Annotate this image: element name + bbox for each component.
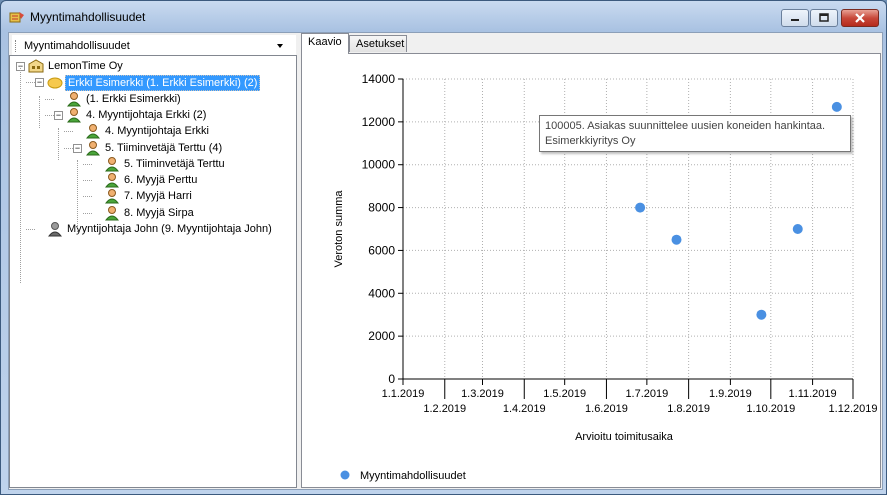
point-tooltip: 100005. Asiakas suunnittelee uusien kone… [539,115,851,152]
tree-node-label[interactable]: 5. Tiiminvetäjä Terttu (4) [103,141,224,155]
tree-connector [58,128,59,160]
organization-tree[interactable]: − LemonTime Oy − Erkki Esimerkki (1. Erkki … [9,55,297,488]
person-icon [85,140,101,156]
tree-connector [83,196,92,198]
data-point[interactable] [831,101,842,112]
y-tick-label: 4000 [368,286,395,300]
legend-label: Myyntimahdollisuudet [360,470,466,482]
app-icon [9,12,24,23]
tree-node-label[interactable]: Myyntijohtaja John (9. Myyntijohtaja Joh… [65,222,274,236]
x-axis-label: Arvioitu toimitusaika [575,431,674,443]
tree-connector [26,82,35,84]
tree-collapse-toggle[interactable]: − [73,143,82,153]
y-axis-label: Veroton summa [333,190,345,268]
tree-node-label[interactable]: Erkki Esimerkki (1. Erkki Esimerkki) (2) [65,75,261,92]
group-icon [47,74,63,90]
y-tick-label: 10000 [362,158,396,172]
tree-collapse-toggle[interactable]: − [54,110,63,120]
x-tick-label: 1.7.2019 [625,388,668,400]
tree-collapse-toggle[interactable]: − [35,78,44,88]
x-tick-label: 1.2.2019 [423,403,466,415]
tree-node-label[interactable]: 8. Myyjä Sirpa [122,206,196,220]
tree-connector [39,96,40,128]
data-point[interactable] [756,309,767,320]
y-tick-label: 12000 [362,115,396,129]
y-tick-label: 14000 [362,72,396,86]
person-grey-icon [47,221,63,237]
toolbar-grip [15,40,18,52]
title-bar[interactable]: Myyntimahdollisuudet [1,1,886,31]
data-point[interactable] [671,234,682,245]
tree-node-label[interactable]: (1. Erkki Esimerkki) [84,92,183,106]
tree-node-label[interactable]: 6. Myyjä Perttu [122,173,199,187]
chevron-down-icon[interactable] [277,44,283,48]
window-title: Myyntimahdollisuudet [30,10,146,24]
tree-node-label[interactable]: 4. Myyntijohtaja Erkki (2) [84,108,208,122]
x-tick-label: 1.9.2019 [709,388,752,400]
x-tick-label: 1.1.2019 [382,388,425,400]
main-window: Myyntimahdollisuudet Myyntimahdollisuude… [0,0,887,495]
person-icon [104,188,120,204]
maximize-button[interactable] [810,9,838,27]
tree-connector [83,212,92,214]
tab-settings-label: Asetukset [356,38,405,50]
person-icon [104,205,120,221]
x-tick-label: 1.8.2019 [667,403,710,415]
data-point[interactable] [635,202,646,213]
tab-chart-label: Kaavio [308,36,342,48]
tree-connector [26,229,35,230]
tree-connector [45,98,54,100]
y-tick-label: 6000 [368,243,395,257]
client-area: Myyntimahdollisuudet − LemonTime Oy − Erkki… [8,32,883,490]
minimize-icon [791,19,799,21]
minimize-button[interactable] [781,9,809,27]
tab-settings[interactable]: Asetukset [349,35,407,52]
y-tick-label: 2000 [368,329,395,343]
tooltip-line-1: 100005. Asiakas suunnittelee uusien kone… [545,120,826,132]
tree-node-label[interactable]: 4. Myyntijohtaja Erkki [103,124,211,138]
person-icon [85,123,101,139]
tree-connector [77,160,78,234]
y-tick-label: 0 [388,372,395,386]
y-tick-label: 8000 [368,201,395,215]
x-tick-label: 1.12.2019 [829,403,878,415]
tab-chart[interactable]: Kaavio [301,33,349,54]
person-icon [104,156,120,172]
chart-panel: 0 2000 4000 6000 8000 10000 12000 14000 1.1.2019… [301,53,881,488]
person-icon [104,172,120,188]
view-select-value: Myyntimahdollisuudet [24,40,130,52]
x-tick-label: 1.11.2019 [789,388,837,400]
view-select[interactable]: Myyntimahdollisuudet [12,35,296,55]
person-icon [66,91,82,107]
close-icon [855,13,865,23]
tree-connector [64,147,73,149]
legend-marker [340,470,350,480]
maximize-icon [819,13,829,22]
x-tick-label: 1.5.2019 [543,388,586,400]
x-tick-label: 1.6.2019 [585,403,628,415]
tree-connector [45,114,54,116]
tree-connector [83,180,92,182]
tooltip-line-2: Esimerkkiyritys Oy [545,135,636,147]
x-tick-label: 1.4.2019 [503,403,546,415]
tree-connector [64,131,73,133]
x-tick-label: 1.3.2019 [461,388,504,400]
tree-node-label[interactable]: 5. Tiiminvetäjä Terttu [122,157,227,171]
tree-connector [20,66,21,283]
company-icon [28,58,44,74]
person-icon [66,107,82,123]
data-point[interactable] [792,224,803,234]
tree-node-label[interactable]: LemonTime Oy [46,59,125,73]
tree-connector [83,163,92,165]
x-tick-label: 1.10.2019 [746,403,795,415]
close-button[interactable] [841,9,879,27]
tree-node-label[interactable]: 7. Myyjä Harri [122,189,194,203]
tab-strip: Kaavio Asetukset [301,33,881,54]
